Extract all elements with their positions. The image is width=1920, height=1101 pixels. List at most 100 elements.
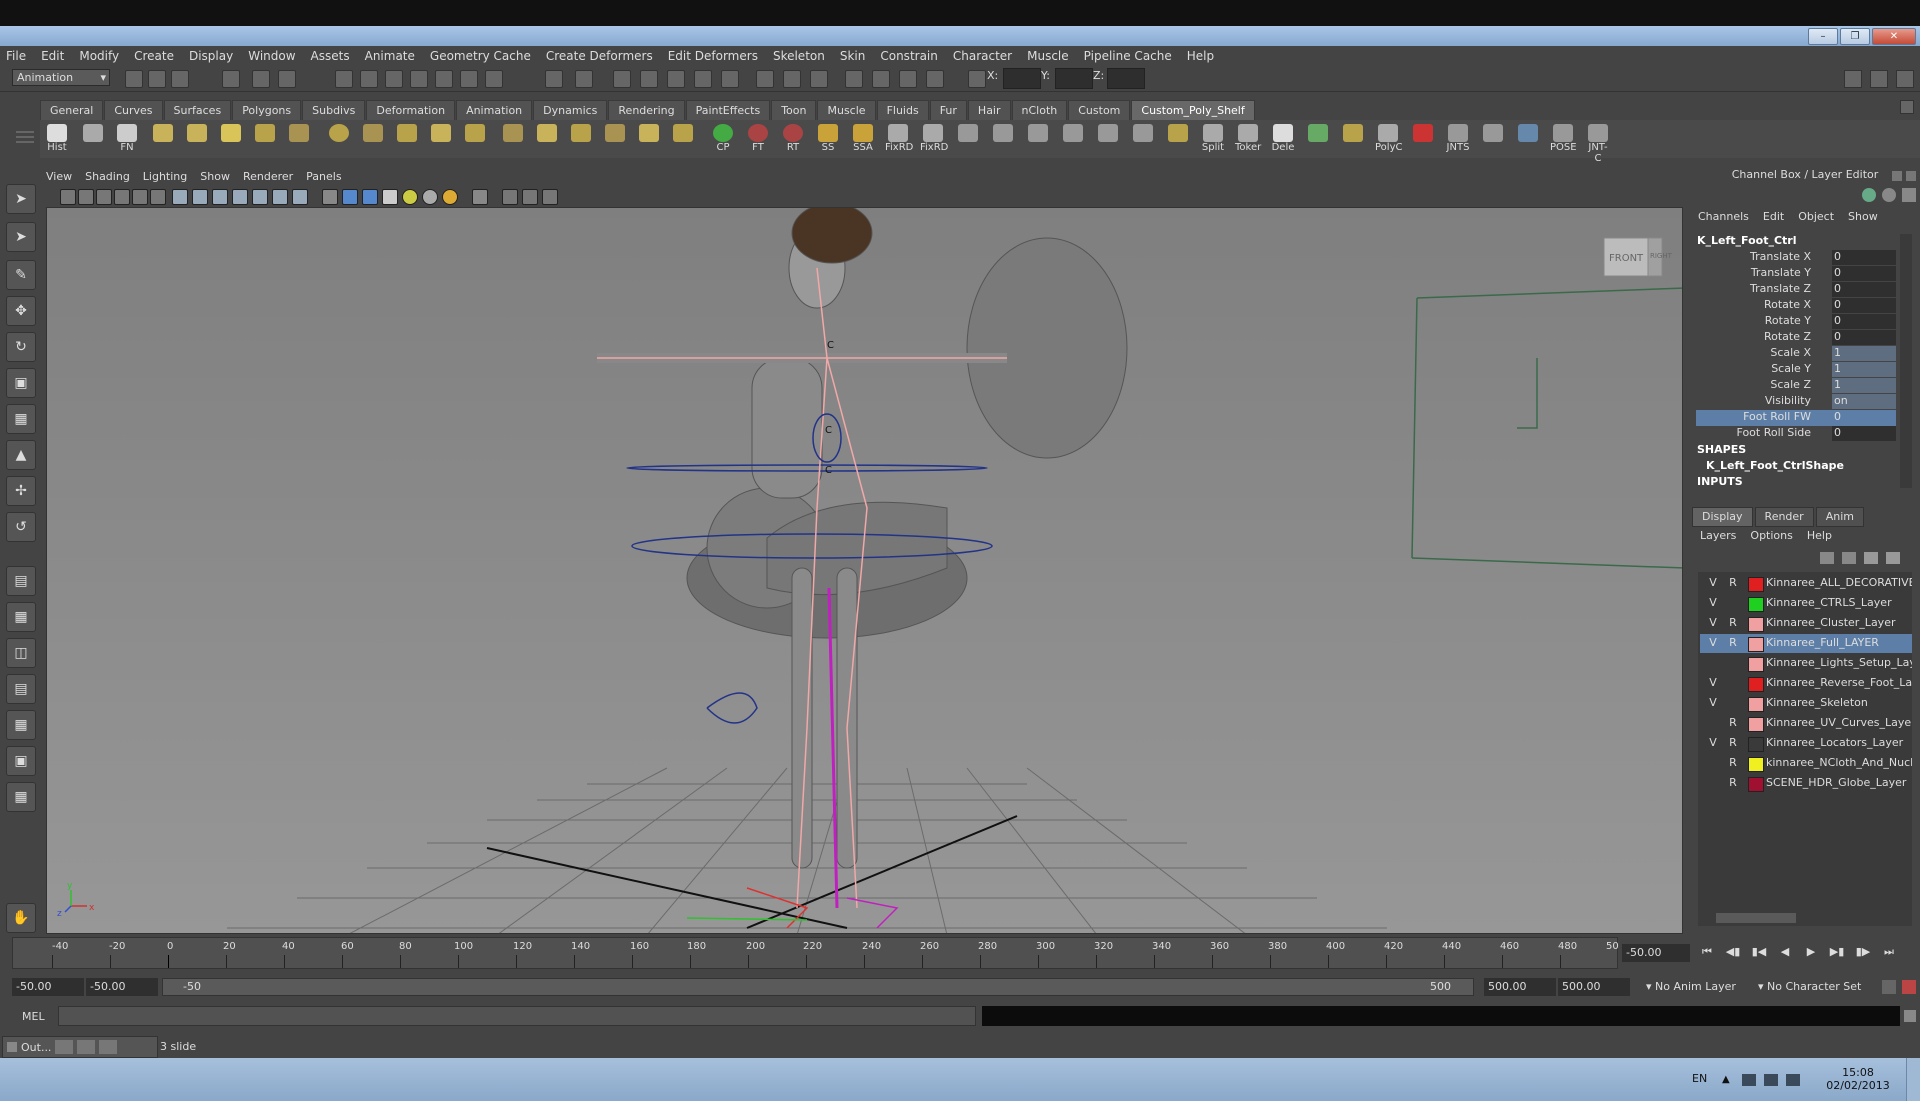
character-set-dropdown[interactable]: ▾ No Character Set bbox=[1758, 980, 1861, 993]
isolate-icon[interactable] bbox=[362, 189, 378, 205]
menu-edit[interactable]: Edit bbox=[41, 49, 64, 63]
layer-menu-options[interactable]: Options bbox=[1750, 529, 1792, 542]
move-layer-up-icon[interactable] bbox=[1820, 552, 1834, 564]
layer-color-swatch[interactable] bbox=[1748, 737, 1764, 752]
attr-value[interactable]: 0 bbox=[1832, 410, 1896, 425]
hypershade-layout-icon[interactable]: ▣ bbox=[6, 746, 36, 776]
minimize-button[interactable]: – bbox=[1808, 28, 1838, 45]
shelf-button-jnts[interactable]: JNTS bbox=[1445, 124, 1471, 156]
tab-toon[interactable]: Toon bbox=[771, 100, 817, 121]
viewport-menu-show[interactable]: Show bbox=[200, 170, 230, 186]
layer-color-swatch[interactable] bbox=[1748, 637, 1764, 652]
layer-visibility-toggle[interactable] bbox=[1706, 716, 1720, 730]
shelf-button-fn[interactable]: FN bbox=[114, 124, 140, 156]
layer-name[interactable]: Kinnaree_CTRLS_Layer bbox=[1766, 596, 1912, 609]
channel-box-toggle-icon[interactable] bbox=[1896, 70, 1914, 88]
step-back-key-icon[interactable]: ▮◀ bbox=[1750, 945, 1768, 961]
new-scene-icon[interactable] bbox=[125, 70, 143, 88]
channel-box-toggle-icon[interactable] bbox=[1862, 188, 1876, 202]
scale-tool-icon[interactable]: ▣ bbox=[6, 368, 36, 398]
shelf-button-ss[interactable]: SS bbox=[815, 124, 841, 156]
shelf-button-polyc[interactable]: PolyC bbox=[1375, 124, 1402, 156]
animation-prefs-icon[interactable] bbox=[1902, 980, 1916, 994]
tab-painteffects[interactable]: PaintEffects bbox=[685, 100, 771, 121]
cb-menu-channels[interactable]: Channels bbox=[1698, 210, 1749, 223]
open-scene-icon[interactable] bbox=[148, 70, 166, 88]
shelf-button-curve[interactable] bbox=[1305, 124, 1331, 156]
shelf-button-joint3[interactable] bbox=[990, 124, 1016, 156]
cb-menu-edit[interactable]: Edit bbox=[1763, 210, 1784, 223]
attr-value[interactable]: 1 bbox=[1832, 362, 1896, 377]
viewport-menu-shading[interactable]: Shading bbox=[85, 170, 130, 186]
high-quality-icon[interactable] bbox=[442, 189, 458, 205]
shelf-button-sculpt[interactable] bbox=[670, 124, 696, 156]
quick-layout-icon[interactable]: ✋ bbox=[6, 903, 36, 933]
menu-window[interactable]: Window bbox=[248, 49, 295, 63]
close-button[interactable]: ✕ bbox=[1872, 28, 1916, 45]
scroll-thumb[interactable] bbox=[1716, 913, 1796, 923]
shelf-button-pose[interactable]: POSE bbox=[1550, 124, 1577, 156]
cb-menu-object[interactable]: Object bbox=[1798, 210, 1834, 223]
view-cube[interactable]: FRONT RIGHT bbox=[1603, 237, 1673, 277]
move-layer-down-icon[interactable] bbox=[1842, 552, 1856, 564]
image-plane-icon[interactable] bbox=[114, 189, 130, 205]
gate-mask-icon[interactable] bbox=[522, 189, 538, 205]
select-highlight-icon[interactable] bbox=[575, 70, 593, 88]
end-time-field[interactable]: 500.00 bbox=[1558, 978, 1630, 996]
film-gate-icon[interactable] bbox=[150, 189, 166, 205]
attr-value[interactable]: 0 bbox=[1832, 314, 1896, 329]
layer-color-swatch[interactable] bbox=[1748, 657, 1764, 672]
attr-rotate-y[interactable]: Rotate Y 0 bbox=[1696, 314, 1896, 330]
tab-polygons[interactable]: Polygons bbox=[232, 100, 302, 121]
transform-input-icon[interactable] bbox=[968, 70, 986, 88]
snap-curve-icon[interactable] bbox=[360, 70, 378, 88]
menu-create[interactable]: Create bbox=[134, 49, 174, 63]
layer-row[interactable]: V Kinnaree_Reverse_Foot_Laye bbox=[1700, 674, 1912, 693]
layer-row[interactable]: V Kinnaree_CTRLS_Layer bbox=[1700, 594, 1912, 613]
shelf-button-dele[interactable]: Dele bbox=[1270, 124, 1296, 156]
attr-scale-y[interactable]: Scale Y 1 bbox=[1696, 362, 1896, 378]
shelf-button-joint[interactable] bbox=[80, 124, 106, 156]
two-view-layout-icon[interactable]: ◫ bbox=[6, 638, 36, 668]
shelf-button-joint4[interactable] bbox=[1025, 124, 1051, 156]
layer-display-type-toggle[interactable]: R bbox=[1726, 756, 1740, 770]
layer-menu-layers[interactable]: Layers bbox=[1700, 529, 1736, 542]
layer-name[interactable]: kinnaree_NCloth_And_Nuclei_ bbox=[1766, 756, 1912, 769]
layer-row[interactable]: V R Kinnaree_Cluster_Layer bbox=[1700, 614, 1912, 633]
layer-visibility-toggle[interactable]: V bbox=[1706, 576, 1720, 590]
layer-color-swatch[interactable] bbox=[1748, 777, 1764, 792]
clock[interactable]: 15:08 02/02/2013 bbox=[1818, 1066, 1898, 1092]
tab-display-layers[interactable]: Display bbox=[1692, 507, 1753, 527]
float-panel-icon[interactable] bbox=[1892, 171, 1902, 181]
shelf-button-hist[interactable]: Hist bbox=[44, 124, 70, 156]
volume-icon[interactable] bbox=[1786, 1074, 1800, 1086]
viewport-menu-panels[interactable]: Panels bbox=[306, 170, 341, 186]
layer-row-selected[interactable]: V R Kinnaree_Full_LAYER bbox=[1700, 634, 1912, 653]
layer-name[interactable]: SCENE_HDR_Globe_Layer bbox=[1766, 776, 1912, 789]
universal-manipulator-icon[interactable]: ▦ bbox=[6, 404, 36, 434]
checker-icon[interactable] bbox=[382, 189, 398, 205]
attr-value[interactable]: 1 bbox=[1832, 378, 1896, 393]
menu-geometry-cache[interactable]: Geometry Cache bbox=[430, 49, 531, 63]
viewport-3d[interactable]: C C C FRONT RIGHT x y z bbox=[46, 207, 1683, 934]
tool-settings-icon[interactable] bbox=[1902, 188, 1916, 202]
attr-value[interactable]: 0 bbox=[1832, 250, 1896, 265]
tab-surfaces[interactable]: Surfaces bbox=[163, 100, 232, 121]
shelf-button-toker[interactable]: Toker bbox=[1235, 124, 1261, 156]
select-tool-icon[interactable]: ➤ bbox=[6, 184, 36, 214]
trax-layout-icon[interactable]: ▦ bbox=[6, 782, 36, 812]
hypershade-icon[interactable] bbox=[694, 70, 712, 88]
close-panel-icon[interactable] bbox=[1906, 171, 1916, 181]
tab-general[interactable]: General bbox=[40, 100, 104, 121]
menu-display[interactable]: Display bbox=[189, 49, 233, 63]
attr-value[interactable]: 0 bbox=[1832, 298, 1896, 313]
tab-custom[interactable]: Custom bbox=[1068, 100, 1131, 121]
paint-select-tool-icon[interactable]: ✎ bbox=[6, 260, 36, 290]
shelf-button-grid[interactable] bbox=[534, 124, 560, 156]
language-indicator[interactable]: EN bbox=[1692, 1072, 1707, 1085]
layer-color-swatch[interactable] bbox=[1748, 577, 1764, 592]
layer-name[interactable]: Kinnaree_Cluster_Layer bbox=[1766, 616, 1912, 629]
shelf-button-uv4[interactable] bbox=[252, 124, 278, 156]
z-input[interactable] bbox=[1107, 68, 1145, 89]
layer-name[interactable]: Kinnaree_Full_LAYER bbox=[1766, 636, 1912, 649]
